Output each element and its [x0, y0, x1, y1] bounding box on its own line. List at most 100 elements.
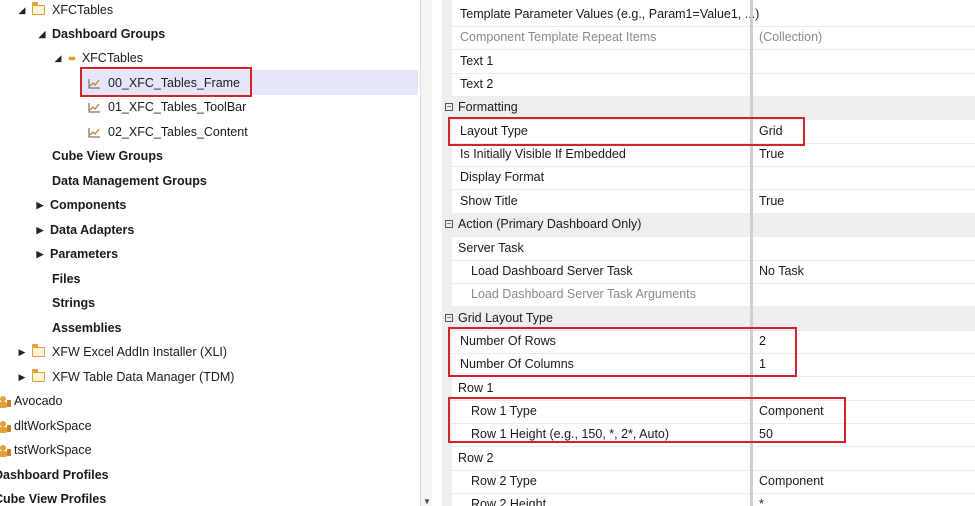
workspace-icon [0, 395, 11, 408]
property-name: Grid Layout Type [458, 310, 553, 325]
property-value[interactable]: * [759, 493, 764, 506]
dashboard-chart-icon [88, 78, 100, 88]
collapse-icon[interactable]: − [445, 313, 453, 322]
property-value[interactable]: 2 [759, 330, 766, 353]
property-row[interactable]: Number Of Rows 2 [442, 330, 975, 354]
property-row[interactable]: Row 1 Type Component [442, 400, 975, 424]
property-row[interactable]: Row 1 [442, 377, 975, 401]
tree-item-data-management-groups[interactable]: Data Management Groups [52, 169, 207, 193]
property-name: Load Dashboard Server Task [471, 263, 633, 278]
property-value[interactable]: Component [759, 470, 824, 493]
tree-item-tstworkspace[interactable]: tstWorkSpace [0, 438, 92, 462]
tree-item-toolbar-dashboard[interactable]: 01_XFC_Tables_ToolBar [88, 95, 246, 119]
tree-item-cube-view-groups[interactable]: Cube View Groups [52, 144, 163, 168]
property-value[interactable]: 50 [759, 423, 773, 446]
property-category[interactable]: − Grid Layout Type [442, 306, 975, 331]
property-name: Layout Type [460, 123, 528, 138]
property-row[interactable]: Is Initially Visible If Embedded True [442, 143, 975, 168]
property-name: Row 1 Type [471, 403, 537, 418]
tree-item-avocado[interactable]: Avocado [0, 389, 62, 413]
property-grid: Template Parameter Values (e.g., Param1=… [442, 0, 975, 506]
property-row[interactable]: Load Dashboard Server Task No Task [442, 260, 975, 284]
property-name: Is Initially Visible If Embedded [460, 147, 626, 162]
folder-icon [31, 2, 45, 15]
property-name: Text 1 [460, 53, 494, 68]
collapsed-arrow-icon[interactable]: ▶ [34, 242, 46, 266]
collapsed-arrow-icon[interactable]: ▶ [16, 365, 28, 389]
folder-icon [31, 369, 45, 382]
scroll-down-icon[interactable]: ▼ [423, 497, 431, 506]
collapse-icon[interactable]: − [445, 220, 453, 229]
property-name: Text 2 [460, 77, 494, 92]
property-name: Show Title [460, 193, 518, 208]
panel-gap [432, 0, 442, 506]
property-row[interactable]: Text 1 [442, 50, 975, 74]
tree-item-data-adapters[interactable]: ▶ Data Adapters [34, 218, 135, 242]
dashboard-chart-icon [88, 102, 100, 112]
property-value[interactable]: Grid [759, 120, 783, 143]
tree-item-xfctables-group[interactable]: ◢ •• XFCTables [52, 46, 143, 70]
tree-item-dltworkspace[interactable]: dltWorkSpace [0, 414, 92, 438]
property-name: Display Format [460, 170, 545, 185]
workspace-icon [0, 444, 11, 457]
tree-item-cube-view-profiles[interactable]: Cube View Profiles [0, 487, 106, 506]
expanded-arrow-icon[interactable]: ◢ [16, 0, 28, 22]
property-row[interactable]: Number Of Columns 1 [442, 353, 975, 378]
workspace-icon [0, 420, 11, 433]
property-row[interactable]: Row 1 Height (e.g., 150, *, 2*, Auto) 50 [442, 423, 975, 448]
property-name: Component Template Repeat Items [460, 30, 657, 45]
collapse-icon[interactable]: − [445, 103, 453, 112]
property-name: Row 1 [458, 380, 494, 395]
tree-item-parameters[interactable]: ▶ Parameters [34, 242, 119, 266]
dashboard-chart-icon [88, 127, 100, 137]
property-category[interactable]: − Formatting [442, 96, 975, 121]
expanded-arrow-icon[interactable]: ◢ [36, 22, 48, 46]
property-value[interactable]: Component [759, 400, 824, 423]
tree-item-components[interactable]: ▶ Components [34, 193, 127, 217]
tree-item-content-dashboard[interactable]: 02_XFC_Tables_Content [88, 120, 248, 144]
property-name: Server Task [458, 240, 524, 255]
property-row[interactable]: Display Format [442, 166, 975, 191]
collapsed-arrow-icon[interactable]: ▶ [34, 193, 46, 217]
expanded-arrow-icon[interactable]: ◢ [52, 46, 64, 70]
property-name: Row 2 Height [471, 497, 547, 506]
tree-item-strings[interactable]: Strings [52, 291, 95, 315]
property-row[interactable]: Row 2 [442, 447, 975, 471]
group-dots-icon: •• [68, 50, 76, 66]
property-name: Template Parameter Values (e.g., Param1=… [460, 7, 760, 21]
property-row[interactable]: Component Template Repeat Items (Collecti… [442, 26, 975, 51]
property-value[interactable]: No Task [759, 260, 804, 283]
property-value[interactable]: (Collection) [759, 26, 822, 49]
property-name: Load Dashboard Server Task Arguments [471, 287, 696, 302]
property-value[interactable]: 1 [759, 353, 766, 376]
property-row[interactable]: Row 2 Type Component [442, 470, 975, 494]
tree-item-frame-dashboard[interactable]: 00_XFC_Tables_Frame [88, 71, 240, 95]
property-value[interactable]: True [759, 143, 784, 166]
column-splitter[interactable] [750, 0, 753, 506]
tree-item-dashboard-groups[interactable]: ◢ Dashboard Groups [36, 22, 166, 46]
property-row[interactable]: Server Task [442, 237, 975, 261]
folder-icon [31, 344, 45, 357]
property-name: Row 2 [458, 450, 494, 465]
collapsed-arrow-icon[interactable]: ▶ [16, 340, 28, 364]
property-row[interactable]: Template Parameter Values (e.g., Param1=… [442, 3, 975, 27]
property-name: Number Of Columns [460, 357, 574, 372]
property-row[interactable]: Layout Type Grid [442, 120, 975, 144]
property-row[interactable]: Show Title True [442, 190, 975, 214]
property-row[interactable]: Load Dashboard Server Task Arguments [442, 283, 975, 308]
tree-item-assemblies[interactable]: Assemblies [52, 316, 121, 340]
collapsed-arrow-icon[interactable]: ▶ [34, 218, 46, 242]
property-value[interactable]: True [759, 190, 784, 213]
tree-item-xfw-table-data-manager[interactable]: ▶ XFW Table Data Manager (TDM) [16, 365, 234, 389]
property-row[interactable]: Row 2 Height * [442, 493, 975, 506]
property-name: Row 1 Height (e.g., 150, *, 2*, Auto) [471, 427, 670, 442]
tree-item-dashboard-profiles[interactable]: Dashboard Profiles [0, 463, 109, 487]
navigation-tree: ◢ XFCTables ◢ Dashboard Groups ◢ •• XFCT… [0, 0, 420, 506]
tree-item-xfctables-root[interactable]: ◢ XFCTables [16, 0, 113, 22]
tree-item-files[interactable]: Files [52, 267, 81, 291]
property-row[interactable]: Text 2 [442, 73, 975, 98]
property-category[interactable]: − Action (Primary Dashboard Only) [442, 213, 975, 238]
property-name: Number Of Rows [460, 333, 556, 348]
tree-item-xfw-excel-addin[interactable]: ▶ XFW Excel AddIn Installer (XLI) [16, 340, 227, 364]
property-name: Formatting [458, 100, 518, 115]
